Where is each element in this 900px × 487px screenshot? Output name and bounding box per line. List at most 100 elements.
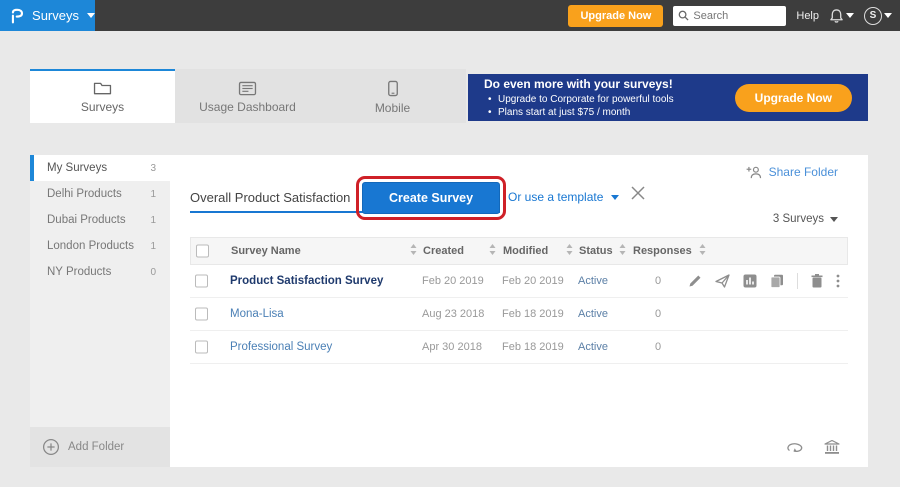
tab-label: Surveys [81, 100, 124, 114]
dashboard-icon [238, 81, 257, 96]
row-checkbox[interactable] [195, 275, 208, 288]
surveys-count-label: 3 Surveys [773, 213, 824, 225]
col-survey-name: Survey Name [231, 245, 301, 257]
survey-name-link[interactable]: Professional Survey [230, 341, 332, 353]
folder-count: 1 [150, 189, 156, 200]
sogo-logo-icon [10, 5, 24, 27]
folder-label: Delhi Products [47, 188, 122, 200]
modified-date: Feb 20 2019 [502, 275, 564, 287]
table-row[interactable]: Professional Survey Apr 30 2018 Feb 18 2… [190, 331, 848, 364]
folder-label: London Products [47, 240, 134, 252]
folders-sidebar: My Surveys 3 Delhi Products 1 Dubai Prod… [30, 155, 170, 467]
created-date: Feb 20 2019 [422, 275, 484, 287]
restore-icon[interactable] [786, 441, 804, 454]
banner-upgrade-button[interactable]: Upgrade Now [735, 84, 852, 112]
tab-mobile[interactable]: Mobile [320, 69, 465, 123]
tab-usage-dashboard[interactable]: Usage Dashboard [175, 69, 320, 123]
folder-count: 3 [150, 163, 156, 174]
chevron-down-icon [884, 13, 892, 18]
sidebar-item-dubai-products[interactable]: Dubai Products 1 [30, 207, 170, 233]
status-badge[interactable]: Active [578, 275, 608, 287]
copy-icon[interactable] [770, 274, 784, 288]
sort-icon[interactable] [619, 242, 626, 260]
bell-icon [829, 8, 844, 24]
survey-bank-icon[interactable] [824, 440, 840, 455]
send-icon[interactable] [715, 274, 730, 288]
surveys-count-dropdown[interactable]: 3 Surveys [773, 213, 838, 225]
share-folder-link[interactable]: Share Folder [746, 165, 838, 179]
folder-label: NY Products [47, 266, 111, 278]
row-checkbox[interactable] [195, 341, 208, 354]
use-template-label: Or use a template [508, 190, 603, 204]
row-checkbox[interactable] [195, 308, 208, 321]
add-folder-button[interactable]: Add Folder [30, 427, 170, 467]
more-options-icon[interactable] [836, 274, 840, 288]
chevron-down-icon [87, 13, 95, 18]
table-header-row: Survey Name Created Modified Status Resp… [190, 237, 848, 265]
modified-date: Feb 18 2019 [502, 341, 564, 353]
banner-bullet-2: Plans start at just $75 / month [484, 106, 735, 119]
chevron-down-icon [611, 195, 619, 200]
add-folder-label: Add Folder [68, 441, 124, 453]
use-template-link[interactable]: Or use a template [508, 190, 619, 204]
close-icon[interactable] [630, 185, 646, 201]
share-person-icon [746, 166, 763, 179]
responses-count: 0 [655, 308, 661, 320]
edit-icon[interactable] [688, 274, 702, 288]
col-modified: Modified [503, 245, 548, 257]
sidebar-item-london-products[interactable]: London Products 1 [30, 233, 170, 259]
surveys-table: Survey Name Created Modified Status Resp… [190, 237, 848, 364]
folder-count: 1 [150, 241, 156, 252]
table-row[interactable]: Mona-Lisa Aug 23 2018 Feb 18 2019 Active… [190, 298, 848, 331]
col-status: Status [579, 245, 613, 257]
tab-label: Mobile [375, 101, 410, 115]
folder-icon [93, 81, 112, 96]
responses-count: 0 [655, 341, 661, 353]
divider [797, 273, 798, 289]
status-badge[interactable]: Active [578, 308, 608, 320]
app-logo-menu[interactable]: Surveys [0, 0, 95, 31]
sort-icon[interactable] [489, 242, 496, 260]
folder-label: My Surveys [47, 162, 107, 174]
account-menu[interactable]: S [864, 7, 892, 25]
help-link[interactable]: Help [796, 10, 819, 22]
app-menu-label: Surveys [32, 8, 79, 23]
created-date: Apr 30 2018 [422, 341, 482, 353]
folder-count: 0 [150, 267, 156, 278]
panel-footer-icons [786, 440, 840, 455]
sidebar-item-ny-products[interactable]: NY Products 0 [30, 259, 170, 285]
notifications-menu[interactable] [829, 8, 854, 24]
sort-icon[interactable] [699, 242, 706, 260]
col-created: Created [423, 245, 464, 257]
sidebar-item-delhi-products[interactable]: Delhi Products 1 [30, 181, 170, 207]
modified-date: Feb 18 2019 [502, 308, 564, 320]
promo-banner: Do even more with your surveys! Upgrade … [468, 74, 868, 121]
share-folder-label: Share Folder [769, 165, 838, 179]
sort-icon[interactable] [410, 242, 417, 260]
upgrade-now-button[interactable]: Upgrade Now [568, 5, 663, 27]
created-date: Aug 23 2018 [422, 308, 484, 320]
chevron-down-icon [846, 13, 854, 18]
survey-name-link[interactable]: Mona-Lisa [230, 308, 284, 320]
red-highlight-annotation: Create Survey [356, 176, 506, 220]
sidebar-item-my-surveys[interactable]: My Surveys 3 [30, 155, 170, 181]
responses-count: 0 [655, 275, 661, 287]
avatar: S [864, 7, 882, 25]
table-row[interactable]: Product Satisfaction Survey Feb 20 2019 … [190, 265, 848, 298]
folder-count: 1 [150, 215, 156, 226]
plus-circle-icon [42, 438, 60, 456]
status-badge[interactable]: Active [578, 341, 608, 353]
col-responses: Responses [633, 245, 692, 257]
delete-icon[interactable] [811, 274, 823, 288]
tab-surveys[interactable]: Surveys [30, 69, 175, 123]
sort-icon[interactable] [566, 242, 573, 260]
top-bar: Surveys Upgrade Now Help S [0, 0, 900, 31]
create-survey-button[interactable]: Create Survey [362, 182, 500, 214]
banner-title: Do even more with your surveys! [484, 77, 735, 91]
survey-name-link[interactable]: Product Satisfaction Survey [230, 275, 383, 287]
report-icon[interactable] [743, 274, 757, 288]
search-input[interactable] [693, 10, 778, 22]
search-box[interactable] [673, 6, 786, 26]
section-tabs: Surveys Usage Dashboard Mobile [30, 69, 466, 123]
select-all-checkbox[interactable] [196, 245, 209, 258]
